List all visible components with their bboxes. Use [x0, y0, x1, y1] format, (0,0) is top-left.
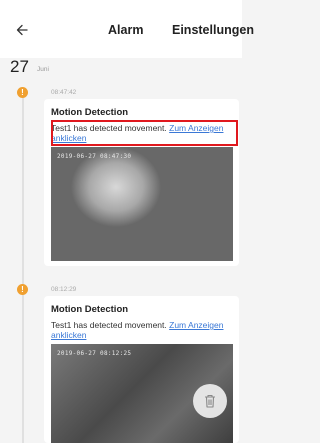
alert-icon: !: [17, 87, 28, 98]
snapshot-timestamp: 2019-06-27 08:12:25: [57, 350, 132, 357]
alert-icon: !: [17, 284, 28, 295]
event-time: 08:12:29: [51, 286, 77, 293]
highlight-box: [51, 120, 238, 146]
date-month: Juni: [37, 66, 49, 73]
event-time: 08:47:42: [51, 89, 77, 96]
arrow-left-icon[interactable]: [16, 24, 28, 36]
date-day: 27: [10, 57, 29, 76]
page-title: Alarm: [108, 23, 144, 37]
event-title: Motion Detection: [51, 304, 129, 315]
snapshot-timestamp: 2019-06-27 08:47:30: [57, 153, 132, 160]
app-header: Alarm Einstellungen: [0, 0, 254, 58]
settings-button[interactable]: Einstellungen: [172, 23, 254, 37]
event-message: Test1 has detected movement. Zum Anzeige…: [51, 320, 237, 340]
event-card[interactable]: Motion Detection Test1 has detected move…: [44, 296, 239, 443]
event-title: Motion Detection: [51, 107, 129, 118]
timeline-line: [22, 88, 24, 443]
delete-button[interactable]: [193, 384, 227, 418]
event-message-text: Test1 has detected movement.: [51, 320, 167, 330]
trash-icon: [205, 394, 215, 408]
event-snapshot[interactable]: 2019-06-27 08:47:30: [51, 147, 233, 261]
